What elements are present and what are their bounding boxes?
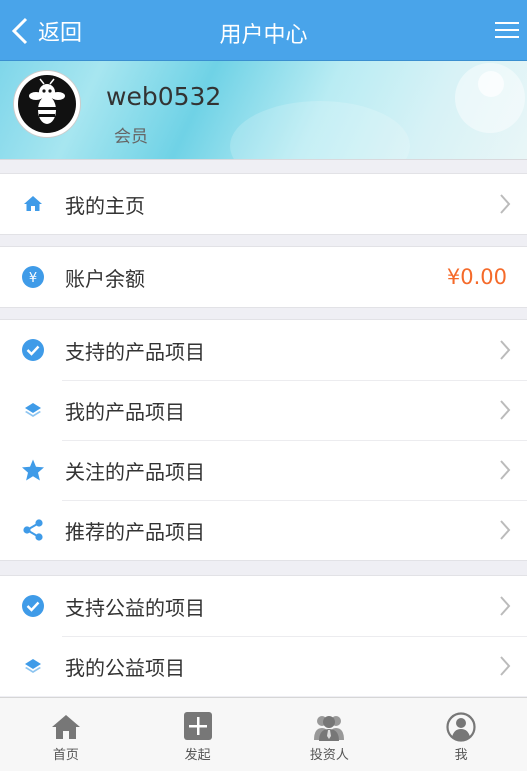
banner-decoration [230,101,410,159]
share-icon [20,517,46,543]
group-charity: 支持公益的项目 我的公益项目 [0,575,527,696]
tab-investors[interactable]: 投资人 [264,698,396,771]
page-title: 用户中心 [219,23,308,48]
check-circle-icon [20,593,46,619]
list-item-my-products[interactable]: 我的产品项目 [0,380,527,440]
chevron-right-icon [500,656,511,676]
profile-tab-icon [446,712,476,742]
list-item-my-homepage[interactable]: 我的主页 [0,174,527,234]
list-item-label: 我的主页 [65,193,145,218]
plus-tab-icon [183,712,212,740]
username: web0532 [106,82,222,111]
balance-amount: ¥0.00 [446,265,507,289]
list-item-label: 我的产品项目 [65,399,185,424]
list-item-label: 账户余额 [65,266,145,291]
chevron-right-icon [500,596,511,616]
layers-icon [20,653,46,679]
list-item-followed-products[interactable]: 关注的产品项目 [0,440,527,500]
list-item-label: 我的公益项目 [65,655,185,680]
tab-home[interactable]: 首页 [0,698,132,771]
group-products: 支持的产品项目 我的产品项目 关注的产品项目 推荐的产品项目 [0,319,527,561]
user-role: 会员 [114,127,148,147]
list-item-supported-products[interactable]: 支持的产品项目 [0,320,527,380]
avatar[interactable] [14,71,80,137]
app-root: 返回 用户中心 web0532 会员 我的主页 ¥ 账户余额 ¥0.00 支持的… [0,0,527,771]
layers-icon [20,397,46,423]
list-item-label: 支持公益的项目 [65,595,205,620]
tab-label: 投资人 [309,748,349,763]
header-bar: 返回 用户中心 [0,0,527,61]
list-item-label: 推荐的产品项目 [65,519,205,544]
investors-tab-icon [314,716,345,741]
star-icon [20,457,46,483]
profile-banner: web0532 会员 [0,61,527,160]
list-item-supported-charity[interactable]: 支持公益的项目 [0,576,527,636]
menu-icon[interactable] [495,19,519,41]
chevron-right-icon [500,400,511,420]
list-item-my-charity[interactable]: 我的公益项目 [0,636,527,696]
chevron-right-icon [500,460,511,480]
list-item-recommended-products[interactable]: 推荐的产品项目 [0,500,527,560]
bottom-tab-bar: 首页 发起 投资人 我 [0,697,527,771]
tab-label: 首页 [52,748,79,763]
tab-create[interactable]: 发起 [132,698,264,771]
list-item-account-balance[interactable]: ¥ 账户余额 ¥0.00 [0,247,527,307]
chevron-right-icon [500,340,511,360]
bee-avatar-icon [18,75,76,133]
home-tab-icon [51,715,80,739]
svg-text:¥: ¥ [29,271,37,286]
group-home: 我的主页 [0,173,527,235]
tab-label: 我 [454,748,468,763]
yen-icon: ¥ [20,264,46,290]
list-item-label: 关注的产品项目 [65,459,205,484]
tab-me[interactable]: 我 [395,698,527,771]
tab-label: 发起 [184,748,211,763]
home-icon [20,191,46,217]
list-item-label: 支持的产品项目 [65,339,205,364]
group-balance: ¥ 账户余额 ¥0.00 [0,246,527,308]
check-circle-icon [20,337,46,363]
banner-decoration [478,71,504,97]
chevron-right-icon [500,194,511,214]
chevron-right-icon [500,520,511,540]
